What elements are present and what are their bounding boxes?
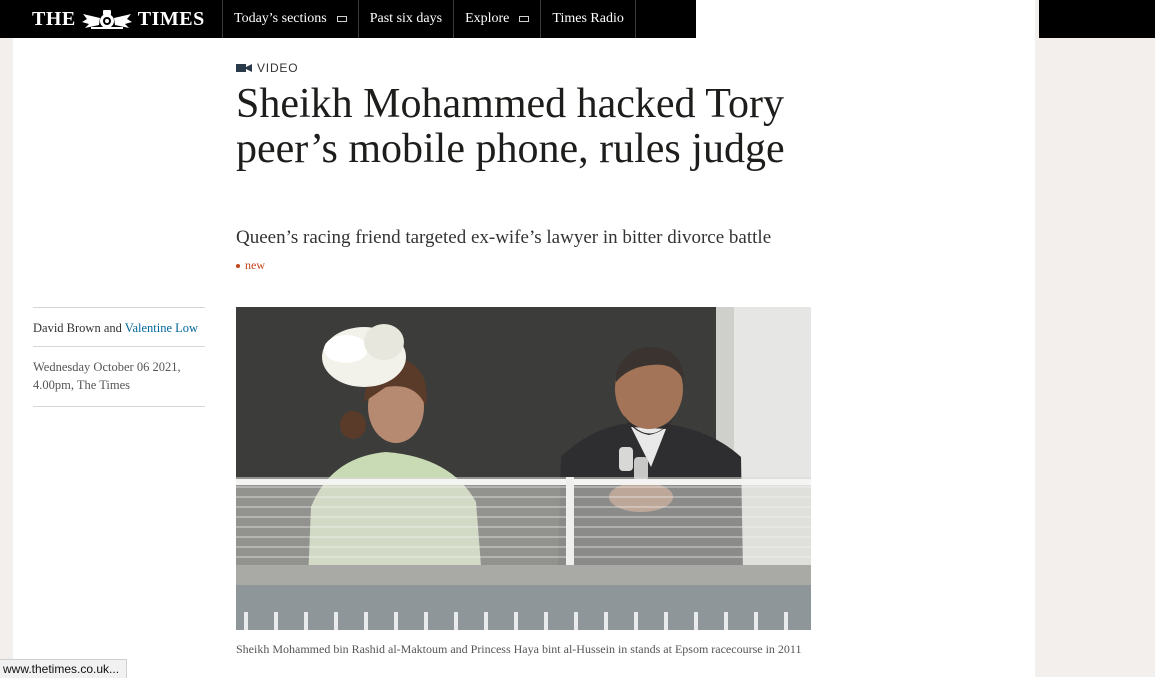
nav-times-radio[interactable]: Times Radio	[540, 0, 636, 38]
nav-explore[interactable]: Explore	[453, 0, 540, 38]
article-standfirst: Queen’s racing friend targeted ex-wife’s…	[236, 227, 772, 248]
browser-status-bar: www.thetimes.co.uk...	[0, 659, 128, 678]
nav-label: Past six days	[369, 11, 443, 26]
author-name: David Brown	[33, 321, 101, 335]
byline-authors: David Brown and Valentine Low	[33, 307, 205, 346]
nav-label: Times Radio	[552, 11, 624, 26]
menu-icon	[519, 16, 530, 22]
new-badge-label: new	[245, 258, 265, 272]
menu-icon	[336, 16, 347, 22]
site-header-extension	[1039, 0, 1155, 38]
article-headline: Sheikh Mohammed hacked Tory peer’s mobil…	[236, 81, 785, 172]
photo-caption: Sheikh Mohammed bin Rashid al-Maktoum an…	[236, 642, 802, 656]
nav-label: Today’s sections	[234, 11, 327, 26]
site-header: THE TIMES Today’s sections Past six days…	[0, 0, 696, 38]
article-dateline: Wednesday October 06 2021, 4.00pm, The T…	[33, 346, 205, 407]
nav-past-six-days[interactable]: Past six days	[357, 0, 453, 38]
page-background-left	[0, 38, 13, 677]
royal-crest-icon	[81, 10, 132, 29]
new-dot-icon	[236, 263, 240, 268]
video-camera-icon	[236, 64, 252, 72]
article-kicker: VIDEO	[236, 61, 298, 75]
main-nav: Today’s sections Past six days Explore T…	[222, 0, 636, 38]
logo-word-the: THE	[32, 7, 76, 30]
logo-word-times: TIMES	[137, 7, 205, 30]
photo-image	[236, 307, 811, 630]
article-photo[interactable]	[236, 307, 811, 630]
article-byline: David Brown and Valentine Low Wednesday …	[33, 307, 205, 407]
author-conjunction: and	[103, 321, 122, 335]
kicker-label: VIDEO	[257, 61, 299, 75]
new-badge: new	[236, 258, 265, 273]
page-background-right	[1035, 0, 1155, 677]
author-link[interactable]: Valentine Low	[125, 321, 198, 335]
times-logo[interactable]: THE TIMES	[32, 7, 205, 31]
nav-label: Explore	[465, 11, 510, 26]
nav-todays-sections[interactable]: Today’s sections	[222, 0, 358, 38]
